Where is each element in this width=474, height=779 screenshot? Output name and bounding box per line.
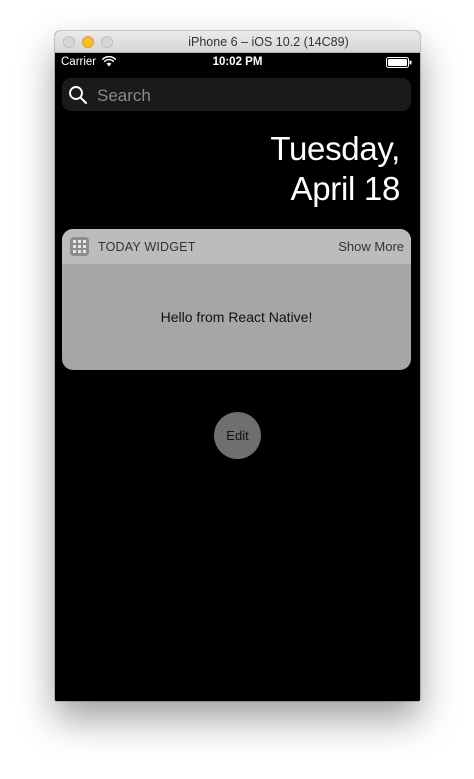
device-screen: Carrier 10:02 PM Search Tuesday, April 1 [55,53,420,701]
search-icon [69,86,87,104]
widget-header: TODAY WIDGET Show More [62,229,411,264]
zoom-window-button[interactable] [101,36,113,48]
search-bar[interactable]: Search [62,78,411,111]
battery-icon [386,57,412,68]
date-month-day: April 18 [290,170,401,207]
search-input[interactable]: Search [97,86,151,106]
show-more-button[interactable]: Show More [338,239,404,254]
today-widget: TODAY WIDGET Show More Hello from React … [62,229,411,370]
status-bar: Carrier 10:02 PM [55,53,420,71]
window-title: iPhone 6 – iOS 10.2 (14C89) [188,35,349,49]
widget-title: TODAY WIDGET [98,240,196,254]
close-window-button[interactable] [63,36,75,48]
date-weekday: Tuesday, [270,130,400,167]
date-display: Tuesday, April 18 [270,129,400,209]
app-grid-icon [70,237,89,256]
widget-message: Hello from React Native! [160,309,313,325]
edit-button[interactable]: Edit [214,412,261,459]
minimize-window-button[interactable] [82,36,94,48]
window-titlebar[interactable]: iPhone 6 – iOS 10.2 (14C89) [55,31,420,53]
status-clock: 10:02 PM [212,56,263,68]
simulator-window: iPhone 6 – iOS 10.2 (14C89) Carrier 10:0… [55,31,420,701]
